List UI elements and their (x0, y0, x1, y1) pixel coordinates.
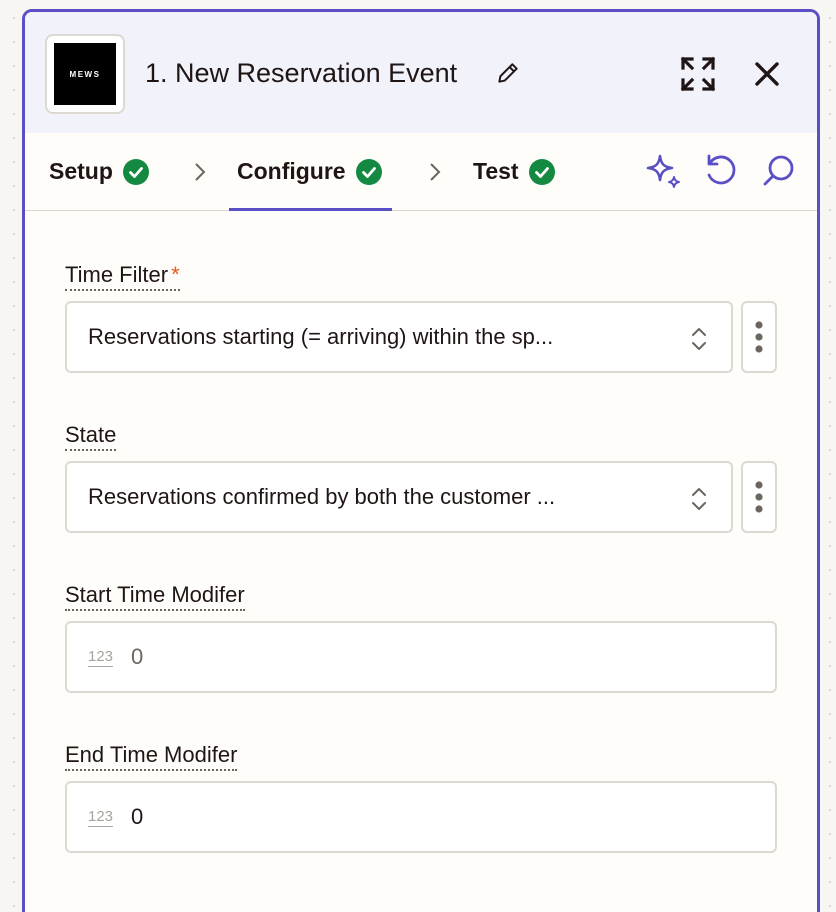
end-time-modifier-label: End Time Modifer (65, 742, 238, 771)
end-time-modifier-field[interactable]: 123 (65, 781, 777, 853)
time-filter-more-button[interactable] (741, 301, 777, 373)
number-type-badge: 123 (88, 807, 114, 827)
sparkle-icon[interactable] (643, 151, 683, 191)
close-icon[interactable] (751, 58, 783, 90)
chevron-up-down-icon (692, 328, 706, 350)
expand-icon[interactable] (679, 55, 717, 93)
step-tabs: Setup Configure Test (25, 133, 817, 211)
tab-test-label: Test (473, 158, 519, 184)
end-time-modifier-input[interactable] (131, 804, 732, 830)
state-label: State (65, 422, 117, 451)
required-marker: * (171, 262, 180, 287)
search-icon[interactable] (759, 151, 799, 191)
time-filter-label: Time Filter * (65, 262, 180, 291)
app-logo: MEWS (45, 34, 125, 114)
time-filter-value: Reservations starting (= arriving) withi… (88, 324, 554, 349)
check-circle-icon (355, 158, 382, 185)
chevron-right-icon (430, 163, 441, 181)
state-value: Reservations confirmed by both the custo… (88, 484, 556, 509)
state-select[interactable]: Reservations confirmed by both the custo… (65, 461, 733, 533)
tab-setup[interactable]: Setup (49, 133, 149, 210)
check-circle-icon (122, 158, 149, 185)
tab-configure[interactable]: Configure (229, 133, 392, 211)
panel-header: MEWS 1. New Reservation Event (25, 12, 817, 133)
more-vertical-icon (755, 481, 763, 513)
start-time-modifier-input[interactable] (131, 644, 732, 670)
start-time-modifier-label: Start Time Modifer (65, 582, 245, 611)
step-editor-panel: MEWS 1. New Reservation Event Setup Conf… (22, 9, 820, 912)
chevron-up-down-icon (692, 488, 706, 510)
time-filter-label-text: Time Filter (65, 262, 169, 287)
time-filter-select[interactable]: Reservations starting (= arriving) withi… (65, 301, 733, 373)
pencil-icon[interactable] (495, 60, 521, 86)
number-type-badge: 123 (88, 647, 114, 667)
tab-test[interactable]: Test (473, 133, 555, 210)
more-vertical-icon (755, 321, 763, 353)
chevron-right-icon (195, 163, 206, 181)
refresh-icon[interactable] (701, 151, 741, 191)
check-circle-icon (528, 158, 555, 185)
start-time-modifier-field[interactable]: 123 (65, 621, 777, 693)
state-more-button[interactable] (741, 461, 777, 533)
tab-setup-label: Setup (49, 158, 113, 184)
tab-configure-label: Configure (237, 158, 346, 184)
step-title[interactable]: 1. New Reservation Event (145, 58, 457, 89)
app-logo-text: MEWS (54, 43, 116, 105)
